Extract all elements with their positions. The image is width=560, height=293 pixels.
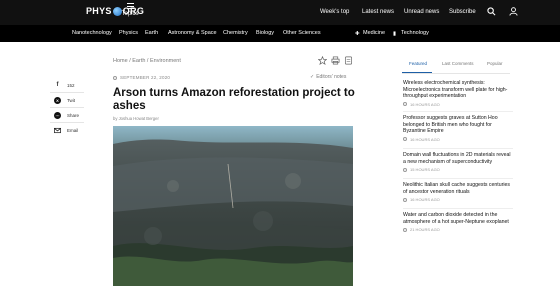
- clock-icon: [403, 227, 407, 232]
- share-facebook[interactable]: f 152: [54, 82, 84, 89]
- share-icon: ⋯: [54, 112, 61, 119]
- topics-label: Topics: [121, 11, 139, 17]
- news-divider: [403, 208, 513, 209]
- list-item[interactable]: Neolithic Italian skull cache suggests c…: [403, 182, 513, 202]
- user-icon[interactable]: [509, 7, 518, 16]
- top-bar: PHYS ORG Topics Week's top Latest news U…: [0, 0, 560, 25]
- logo-left-text: PHYS: [86, 6, 112, 16]
- medicine-cross-icon: ✚: [355, 31, 360, 37]
- news-headline[interactable]: Wireless electrochemical synthesis: Micr…: [403, 80, 513, 100]
- article-tools: [318, 56, 353, 65]
- email-icon: [54, 127, 61, 134]
- pdf-icon[interactable]: [344, 56, 353, 65]
- nav-weeks-top[interactable]: Week's top: [320, 9, 349, 15]
- category-technology[interactable]: ▮ Technology: [393, 30, 429, 37]
- share-divider: [50, 122, 84, 123]
- topics-menu-button[interactable]: Topics: [119, 3, 141, 17]
- category-medicine-label: Medicine: [363, 30, 386, 36]
- date-text: SEPTEMBER 22, 2020: [120, 75, 171, 80]
- category-technology-label: Technology: [401, 30, 429, 36]
- editors-notes-label: Editors' notes: [316, 74, 347, 80]
- share-divider: [50, 107, 84, 108]
- x-twitter-icon: X: [54, 97, 61, 104]
- facebook-icon: f: [56, 82, 59, 88]
- star-bookmark-icon[interactable]: [318, 56, 327, 65]
- news-divider: [403, 178, 513, 179]
- share-label: Share: [67, 113, 80, 118]
- facebook-count: 152: [67, 83, 75, 88]
- category-chemistry[interactable]: Chemistry: [223, 30, 248, 36]
- editors-notes-link[interactable]: ✓ Editors' notes: [310, 74, 346, 80]
- article-date: SEPTEMBER 22, 2020: [113, 75, 170, 80]
- news-meta: 15 HOURS AGO: [403, 167, 513, 172]
- news-headline[interactable]: Neolithic Italian skull cache suggests c…: [403, 182, 513, 195]
- category-other-sciences[interactable]: Other Sciences: [283, 30, 321, 36]
- news-divider: [403, 148, 513, 149]
- list-item[interactable]: Professor suggests graves at Sutton Hoo …: [403, 115, 513, 142]
- category-nanotechnology[interactable]: Nanotechnology: [72, 30, 112, 36]
- share-divider: [50, 92, 84, 93]
- news-meta: 16 HOURS AGO: [403, 102, 513, 107]
- news-time: 15 HOURS AGO: [410, 167, 440, 173]
- news-headline[interactable]: Water and carbon dioxide detected in the…: [403, 212, 513, 225]
- news-time: 16 HOURS AGO: [410, 101, 440, 107]
- news-meta: 16 HOURS AGO: [403, 197, 513, 202]
- news-headline[interactable]: Professor suggests graves at Sutton Hoo …: [403, 115, 513, 135]
- clock-icon: [403, 167, 407, 172]
- tab-featured[interactable]: Featured: [409, 61, 427, 66]
- news-meta: 21 HOURS AGO: [403, 227, 513, 232]
- clock-icon: [403, 102, 407, 107]
- article-title: Arson turns Amazon reforestation project…: [113, 87, 355, 112]
- category-earth[interactable]: Earth: [145, 30, 158, 36]
- news-divider: [403, 111, 513, 112]
- category-astronomy-space[interactable]: Astronomy & Space: [168, 30, 217, 36]
- category-biology[interactable]: Biology: [256, 30, 274, 36]
- nav-latest-news[interactable]: Latest news: [362, 9, 394, 15]
- share-email[interactable]: Email: [54, 127, 84, 134]
- print-icon[interactable]: [331, 56, 340, 65]
- clock-icon: [113, 76, 117, 80]
- burned-forest-aerial-image: [113, 126, 353, 286]
- list-item[interactable]: Wireless electrochemical synthesis: Micr…: [403, 80, 513, 107]
- share-generic[interactable]: ⋯ Share: [54, 112, 84, 119]
- email-label: Email: [67, 128, 79, 133]
- article-byline: by Joshua Howat Berger: [113, 116, 159, 121]
- news-time: 16 HOURS AGO: [410, 197, 440, 203]
- clock-icon: [403, 137, 407, 142]
- category-medicine[interactable]: ✚ Medicine: [355, 30, 386, 37]
- list-item[interactable]: Water and carbon dioxide detected in the…: [403, 212, 513, 232]
- tabs-divider: [402, 73, 510, 74]
- category-bar: Nanotechnology Physics Earth Astronomy &…: [0, 25, 560, 42]
- article-hero-image: [113, 126, 353, 286]
- twitter-label: Twit: [67, 98, 76, 103]
- technology-icon: ▮: [393, 31, 397, 37]
- news-time: 16 HOURS AGO: [410, 136, 440, 142]
- menu-icon: [126, 3, 134, 9]
- breadcrumb[interactable]: Home / Earth / Environment: [113, 58, 181, 64]
- nav-subscribe[interactable]: Subscribe: [449, 9, 476, 15]
- search-icon[interactable]: [487, 7, 496, 16]
- tab-last-comments[interactable]: Last Comments: [442, 61, 474, 66]
- nav-unread-news[interactable]: Unread news: [404, 9, 439, 15]
- category-physics[interactable]: Physics: [119, 30, 138, 36]
- clock-icon: [403, 197, 407, 202]
- news-meta: 16 HOURS AGO: [403, 137, 513, 142]
- tab-popular[interactable]: Popular: [487, 61, 503, 66]
- share-twitter[interactable]: X Twit: [54, 97, 84, 104]
- news-time: 21 HOURS AGO: [410, 227, 440, 233]
- news-headline[interactable]: Domain wall fluctuations in 2D materials…: [403, 152, 513, 165]
- list-item[interactable]: Domain wall fluctuations in 2D materials…: [403, 152, 513, 172]
- checklist-icon: ✓: [310, 74, 315, 80]
